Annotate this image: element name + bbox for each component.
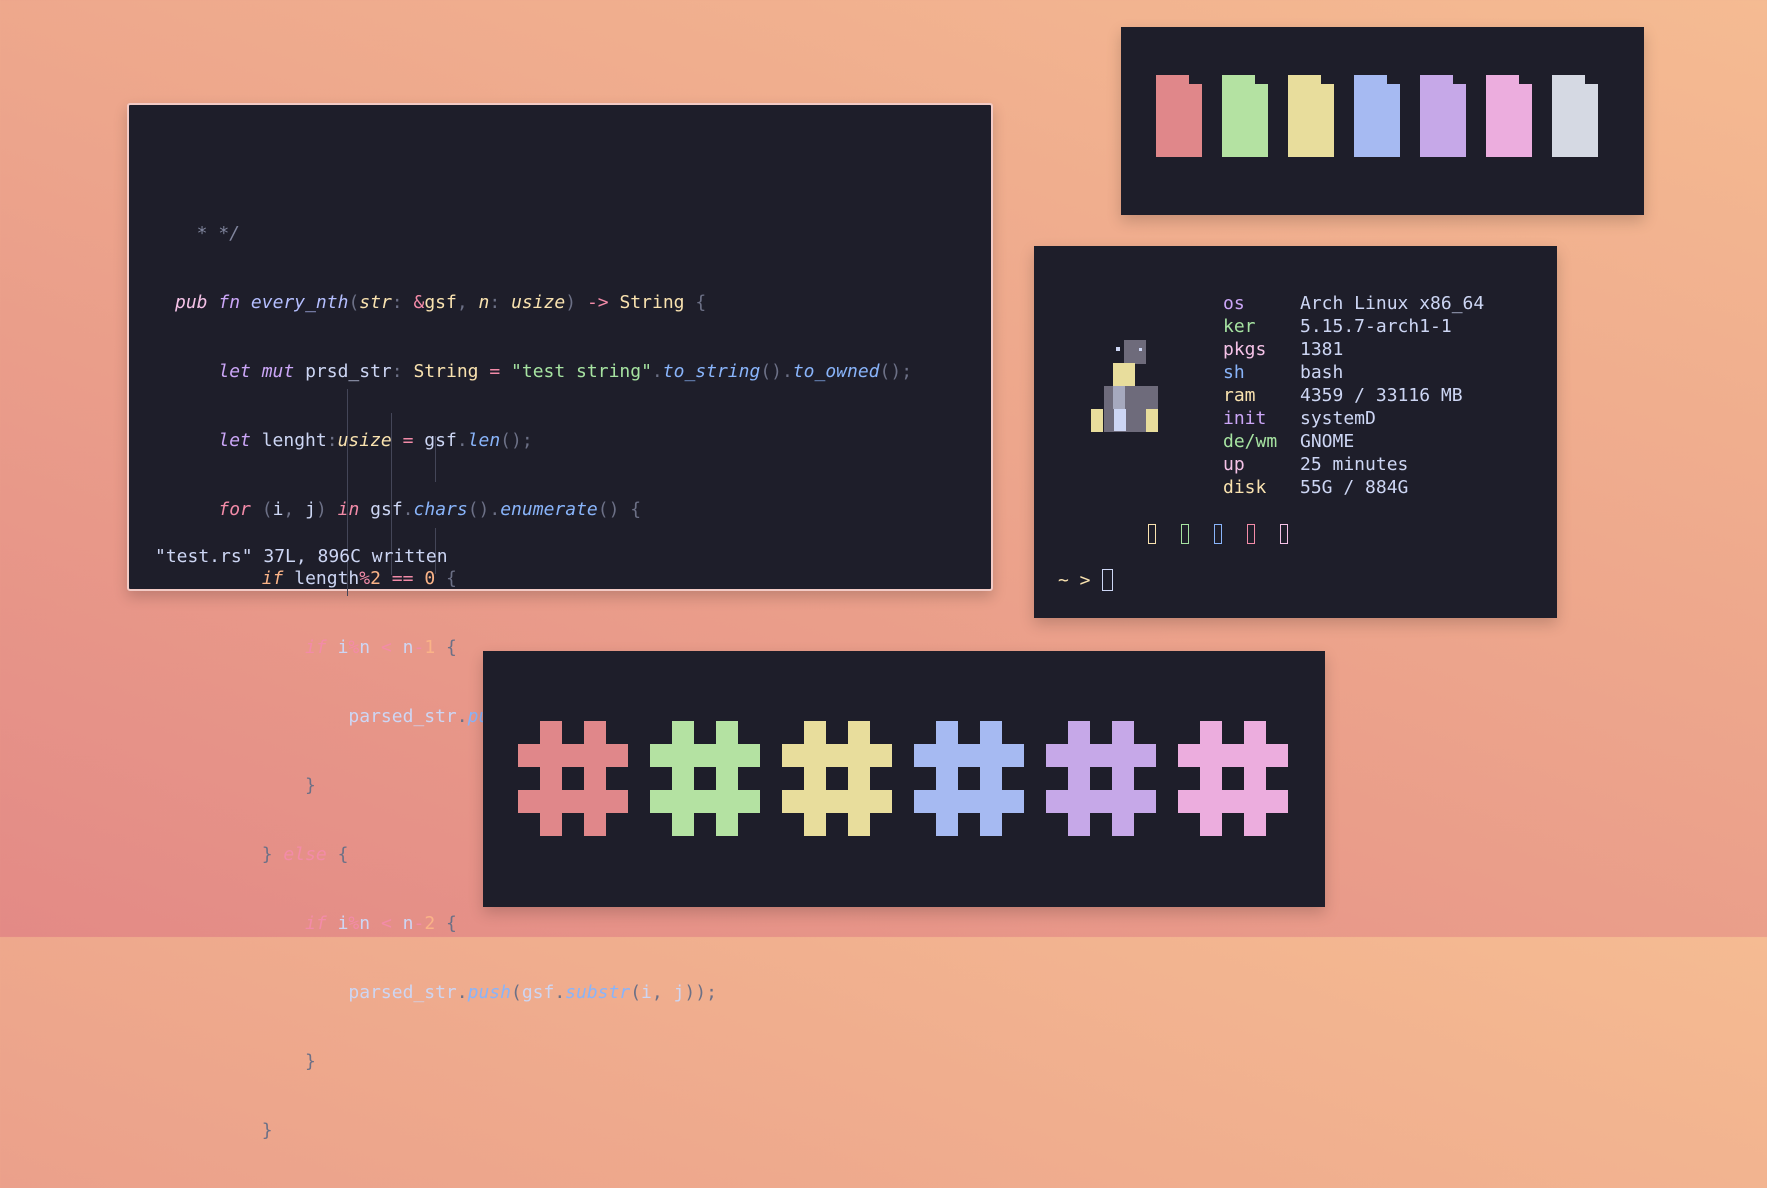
hash-swatch xyxy=(518,721,628,836)
color-swatch xyxy=(1420,75,1466,157)
code-line: if i%n < n-2 { xyxy=(305,913,457,934)
fetch-key: de/wm xyxy=(1223,431,1278,452)
code-line: } xyxy=(261,1120,273,1141)
fetch-key: init xyxy=(1223,408,1267,429)
hash-swatch xyxy=(914,721,1024,836)
fetch-key: up xyxy=(1223,454,1245,475)
fetch-key: os xyxy=(1223,293,1245,314)
code-line: let lenght:usize = gsf.len(); xyxy=(218,430,533,451)
color-glyph-icon xyxy=(1247,524,1255,544)
hash-swatch xyxy=(1178,721,1288,836)
color-glyph-icon xyxy=(1181,524,1189,544)
status-line: "test.rs" 37L, 896C written xyxy=(155,546,448,567)
color-swatch xyxy=(1222,75,1268,157)
color-swatch xyxy=(1354,75,1400,157)
code-line: let mut prsd_str: String = "test string"… xyxy=(218,361,913,382)
fetch-row-uptime: up 25 minutes xyxy=(1223,454,1408,477)
fetch-row-shell: sh bash xyxy=(1223,362,1343,385)
fetch-value: Arch Linux x86_64 xyxy=(1300,293,1485,314)
color-swatch xyxy=(1156,75,1202,157)
fetch-row-de-wm: de/wm GNOME xyxy=(1223,431,1354,454)
hash-blocks-window xyxy=(483,651,1325,907)
code-line: for (i, j) in gsf.chars().enumerate() { xyxy=(218,499,642,520)
code-line: if length%2 == 0 { xyxy=(261,568,457,589)
fetch-value: 5.15.7-arch1-1 xyxy=(1300,316,1452,337)
fetch-value: 1381 xyxy=(1300,339,1344,360)
fetch-key: pkgs xyxy=(1223,339,1267,360)
fetch-row-os: os Arch Linux x86_64 xyxy=(1223,293,1484,316)
color-blocks-window xyxy=(1121,27,1644,215)
fetch-value: 25 minutes xyxy=(1300,454,1409,475)
code-editor-window: * */ pub fn every_nth(str: &gsf, n: usiz… xyxy=(127,103,993,1141)
color-glyph-icon xyxy=(1280,524,1288,544)
hash-swatch xyxy=(1046,721,1156,836)
fetch-value: systemD xyxy=(1300,408,1376,429)
color-swatch xyxy=(1288,75,1334,157)
fetch-row-ram: ram 4359 / 33116 MB xyxy=(1223,385,1463,408)
terminal-cursor[interactable] xyxy=(1102,569,1113,591)
fetch-key: sh xyxy=(1223,362,1245,383)
fetch-value: 4359 / 33116 MB xyxy=(1300,385,1463,406)
color-swatch xyxy=(1486,75,1532,157)
code-line: parsed_str.push(gsf.substr(i, j)); xyxy=(175,982,717,1003)
hash-swatch xyxy=(650,721,760,836)
fetch-key: ram xyxy=(1223,385,1256,406)
color-glyph-icon xyxy=(1148,524,1156,544)
fetch-value: GNOME xyxy=(1300,431,1355,452)
fetch-value: 55G / 884G xyxy=(1300,477,1409,498)
fetch-key: ker xyxy=(1223,316,1256,337)
fetch-row-packages: pkgs 1381 xyxy=(1223,339,1343,362)
fetch-row-init: init systemD xyxy=(1223,408,1376,431)
code-line: } xyxy=(305,1051,316,1072)
fetch-key: disk xyxy=(1223,477,1267,498)
code-line: * */ xyxy=(175,223,241,244)
hash-swatch xyxy=(782,721,892,836)
system-fetch-window: os Arch Linux x86_64 ker 5.15.7-arch1-1 pk… xyxy=(1034,246,1557,618)
shell-prompt: ~ > xyxy=(1058,570,1091,591)
fetch-row-kernel: ker 5.15.7-arch1-1 xyxy=(1223,316,1452,339)
color-glyph-icon xyxy=(1214,524,1222,544)
fetch-value: bash xyxy=(1300,362,1344,383)
color-swatch xyxy=(1552,75,1598,157)
fetch-row-disk: disk 55G / 884G xyxy=(1223,477,1408,500)
code-line: pub fn every_nth(str: &gsf, n: usize) ->… xyxy=(175,292,707,313)
